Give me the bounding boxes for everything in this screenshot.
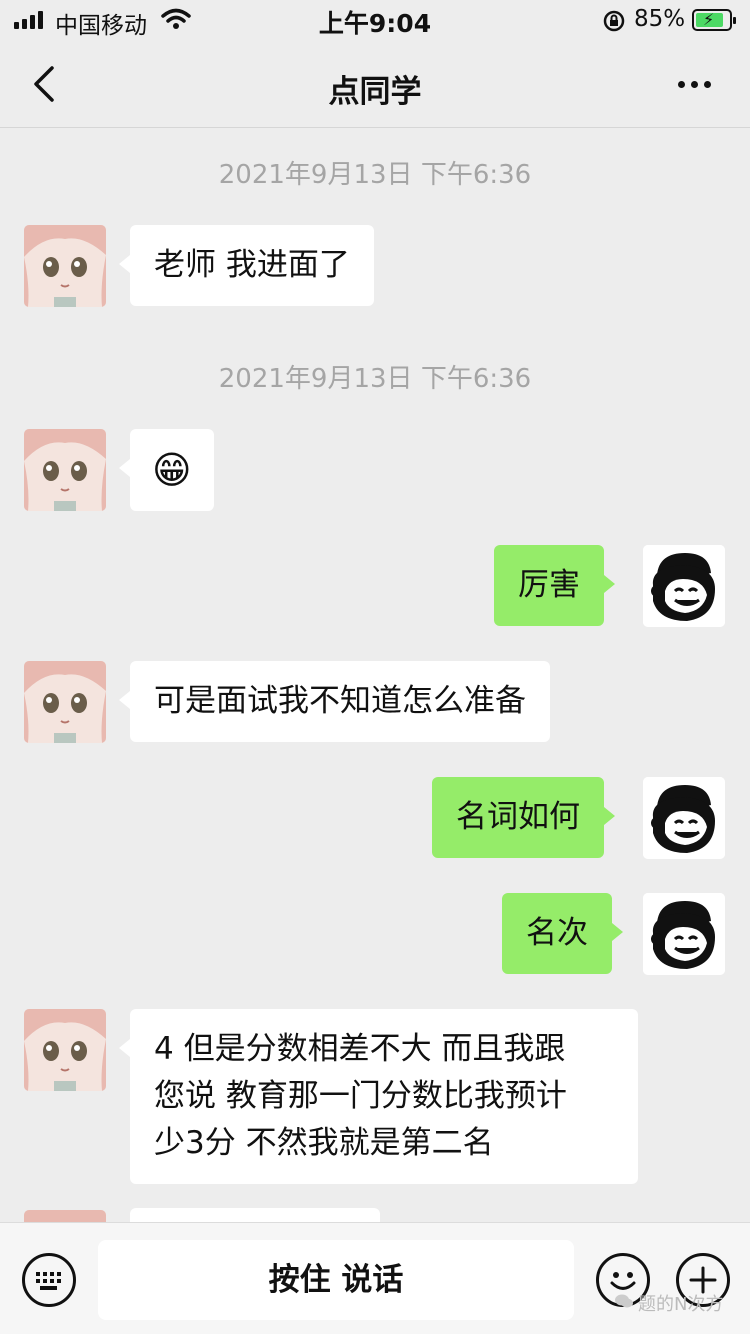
- message-text-line: 4 但是分数相差不大 而且我跟: [154, 1031, 566, 1067]
- message-text: 老师 我进面了: [154, 247, 350, 283]
- hold-to-talk-button[interactable]: 按住 说话: [98, 1240, 574, 1320]
- battery-charging-icon: ⚡: [692, 9, 736, 31]
- contact-avatar[interactable]: [24, 225, 106, 307]
- my-avatar[interactable]: [643, 545, 725, 627]
- message-text: 名次: [526, 915, 588, 951]
- input-bar: 按住 说话: [0, 1222, 750, 1334]
- message-bubble-incoming[interactable]: 老师 我进面了: [119, 225, 374, 306]
- message-bubble-outgoing[interactable]: 厉害: [494, 545, 615, 626]
- grinning-emoji-icon: 😁: [152, 448, 192, 492]
- message-bubble-incoming[interactable]: 可是面试我不知道怎么准备: [119, 661, 550, 742]
- message-bubble-incoming[interactable]: 4 但是分数相差不大 而且我跟 您说 教育那一门分数比我预计 少3分 不然我就是…: [119, 1009, 638, 1184]
- chat-title: 点同学: [328, 74, 422, 110]
- battery-percentage: 85%: [634, 6, 686, 32]
- orientation-lock-icon: [602, 9, 626, 37]
- contact-avatar[interactable]: [24, 1009, 106, 1091]
- my-avatar[interactable]: [643, 893, 725, 975]
- watermark: 题的N次方: [614, 1290, 723, 1316]
- message-bubble-incoming[interactable]: 😁: [119, 429, 214, 511]
- wechat-logo-icon: [614, 1293, 634, 1314]
- message-bubble-outgoing[interactable]: 名次: [502, 893, 623, 974]
- status-bar: 中国移动 上午9:04 85% ⚡: [0, 0, 750, 40]
- watermark-text: 题的N次方: [638, 1294, 724, 1315]
- message-text: 厉害: [518, 567, 580, 603]
- message-text: 名词如何: [456, 799, 580, 835]
- message-text-line: 您说 教育那一门分数比我预计: [154, 1078, 567, 1114]
- timestamp: 2021年9月13日 下午6:36: [218, 160, 532, 190]
- my-avatar[interactable]: [643, 777, 725, 859]
- keyboard-icon[interactable]: [22, 1253, 76, 1307]
- message-text-line: 少3分 不然我就是第二名: [154, 1125, 494, 1161]
- contact-avatar[interactable]: [24, 661, 106, 743]
- message-text: 可是面试我不知道怎么准备: [154, 683, 526, 719]
- message-bubble-outgoing[interactable]: 名词如何: [432, 777, 615, 858]
- contact-avatar[interactable]: [24, 429, 106, 511]
- timestamp: 2021年9月13日 下午6:36: [218, 364, 532, 394]
- more-icon[interactable]: [672, 68, 716, 100]
- nav-bar: 点同学: [0, 40, 750, 128]
